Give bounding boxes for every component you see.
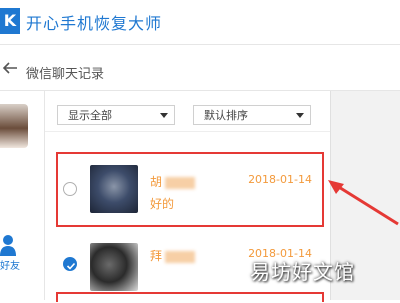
- friend-label[interactable]: 好友: [0, 257, 20, 272]
- contact-avatar: [90, 243, 138, 291]
- contact-avatar[interactable]: [0, 104, 28, 148]
- filter-dropdown[interactable]: 显示全部: [57, 105, 175, 125]
- back-arrow-icon[interactable]: [2, 60, 18, 76]
- sort-dropdown-label: 默认排序: [204, 109, 248, 122]
- check-icon: [66, 262, 76, 270]
- app-title: 开心手机恢复大师: [26, 14, 163, 33]
- filter-toolbar: 显示全部 默认排序: [45, 91, 330, 132]
- annotation-arrow-icon: [328, 180, 399, 226]
- sidebar: 好友: [0, 91, 45, 300]
- sort-dropdown[interactable]: 默认排序: [193, 105, 311, 125]
- contact-name: 拜: [150, 247, 196, 264]
- watermark: 易坊好文馆: [250, 260, 355, 284]
- chevron-down-icon: [160, 113, 168, 118]
- title-bar: K 开心手机恢复大师: [0, 0, 400, 45]
- page-title: 微信聊天记录: [26, 67, 105, 82]
- chevron-down-icon: [296, 113, 304, 118]
- highlight-box: [56, 292, 324, 302]
- filter-dropdown-label: 显示全部: [68, 109, 112, 122]
- page-header: 微信聊天记录: [0, 50, 400, 91]
- select-radio-checked[interactable]: [63, 257, 77, 271]
- app-logo: K: [0, 8, 20, 34]
- highlight-box: [56, 152, 324, 227]
- friend-icon[interactable]: [0, 234, 16, 256]
